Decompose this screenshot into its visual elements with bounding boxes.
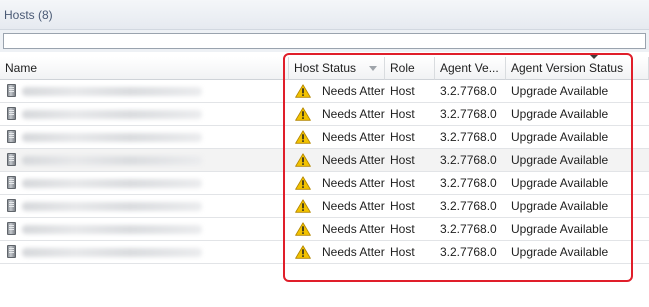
host-status-cell: Needs Atter — [322, 84, 385, 98]
agent-version-cell: 3.2.7768.0 — [440, 199, 497, 213]
agent-version-cell: 3.2.7768.0 — [440, 107, 497, 121]
role-cell: Host — [390, 153, 415, 167]
filter-dropdown-icon[interactable] — [369, 66, 377, 71]
sort-descending-icon — [590, 55, 598, 59]
agent-version-status-cell: Upgrade Available — [511, 130, 609, 144]
host-status-cell: Needs Atter — [322, 176, 385, 190]
host-status-cell: Needs Atter — [322, 222, 385, 236]
search-input[interactable] — [3, 33, 646, 49]
table-row[interactable]: Needs Atter Host 3.2.7768.0 Upgrade Availab… — [0, 80, 649, 103]
table-row[interactable]: Needs Atter Host 3.2.7768.0 Upgrade Availab… — [0, 103, 649, 126]
warning-icon — [295, 84, 311, 98]
table-row[interactable]: Needs Atter Host 3.2.7768.0 Upgrade Availab… — [0, 195, 649, 218]
host-name-redacted — [22, 202, 202, 211]
host-name-redacted — [22, 179, 202, 188]
column-header-name-label: Name — [5, 61, 38, 75]
agent-version-status-cell: Upgrade Available — [511, 245, 609, 259]
warning-icon — [295, 107, 311, 121]
host-status-cell: Needs Atter — [322, 245, 385, 259]
server-icon — [7, 199, 16, 212]
warning-icon — [295, 176, 311, 190]
host-status-cell: Needs Atter — [322, 107, 385, 121]
host-name-redacted — [22, 87, 202, 96]
column-header-agent-version[interactable]: Agent Ve... — [435, 57, 506, 80]
warning-icon — [295, 245, 311, 259]
role-cell: Host — [390, 107, 415, 121]
role-cell: Host — [390, 222, 415, 236]
agent-version-cell: 3.2.7768.0 — [440, 222, 497, 236]
table-row[interactable]: Needs Atter Host 3.2.7768.0 Upgrade Availab… — [0, 218, 649, 241]
role-cell: Host — [390, 84, 415, 98]
server-icon — [7, 107, 16, 120]
agent-version-status-cell: Upgrade Available — [511, 222, 609, 236]
pane-title: Hosts (8) — [4, 8, 53, 22]
column-header-agent-version-status[interactable]: Agent Version Status — [506, 57, 649, 80]
server-icon — [7, 222, 16, 235]
server-icon — [7, 245, 16, 258]
host-status-cell: Needs Atter — [322, 153, 385, 167]
agent-version-cell: 3.2.7768.0 — [440, 153, 497, 167]
server-icon — [7, 130, 16, 143]
agent-version-status-cell: Upgrade Available — [511, 153, 609, 167]
column-header-name[interactable]: Name — [0, 57, 289, 80]
agent-version-cell: 3.2.7768.0 — [440, 245, 497, 259]
warning-icon — [295, 153, 311, 167]
column-header-role-label: Role — [390, 61, 415, 75]
warning-icon — [295, 130, 311, 144]
table-row[interactable]: Needs Atter Host 3.2.7768.0 Upgrade Availab… — [0, 172, 649, 195]
pane-title-bar: Hosts (8) — [0, 0, 649, 30]
role-cell: Host — [390, 199, 415, 213]
agent-version-status-cell: Upgrade Available — [511, 176, 609, 190]
column-header-host-status-label: Host Status — [294, 61, 357, 75]
agent-version-cell: 3.2.7768.0 — [440, 130, 497, 144]
host-name-redacted — [22, 248, 202, 257]
table-row[interactable]: Needs Atter Host 3.2.7768.0 Upgrade Availab… — [0, 126, 649, 149]
agent-version-status-cell: Upgrade Available — [511, 199, 609, 213]
host-name-redacted — [22, 133, 202, 142]
agent-version-cell: 3.2.7768.0 — [440, 176, 497, 190]
server-icon — [7, 84, 16, 97]
warning-icon — [295, 199, 311, 213]
column-header-host-status[interactable]: Host Status — [289, 57, 385, 80]
agent-version-cell: 3.2.7768.0 — [440, 84, 497, 98]
search-bar — [0, 30, 649, 52]
host-name-redacted — [22, 156, 202, 165]
column-header-agent-version-label: Agent Ve... — [440, 61, 499, 75]
role-cell: Host — [390, 176, 415, 190]
server-icon — [7, 153, 16, 166]
table-row[interactable]: Needs Atter Host 3.2.7768.0 Upgrade Availab… — [0, 241, 649, 264]
agent-version-status-cell: Upgrade Available — [511, 84, 609, 98]
role-cell: Host — [390, 245, 415, 259]
column-header-agent-version-status-label: Agent Version Status — [511, 61, 624, 75]
role-cell: Host — [390, 130, 415, 144]
table-row[interactable]: Needs Atter Host 3.2.7768.0 Upgrade Availab… — [0, 149, 649, 172]
agent-version-status-cell: Upgrade Available — [511, 107, 609, 121]
host-name-redacted — [22, 110, 202, 119]
host-status-cell: Needs Atter — [322, 130, 385, 144]
column-header-role[interactable]: Role — [385, 57, 435, 80]
host-status-cell: Needs Atter — [322, 199, 385, 213]
host-name-redacted — [22, 225, 202, 234]
warning-icon — [295, 222, 311, 236]
server-icon — [7, 176, 16, 189]
